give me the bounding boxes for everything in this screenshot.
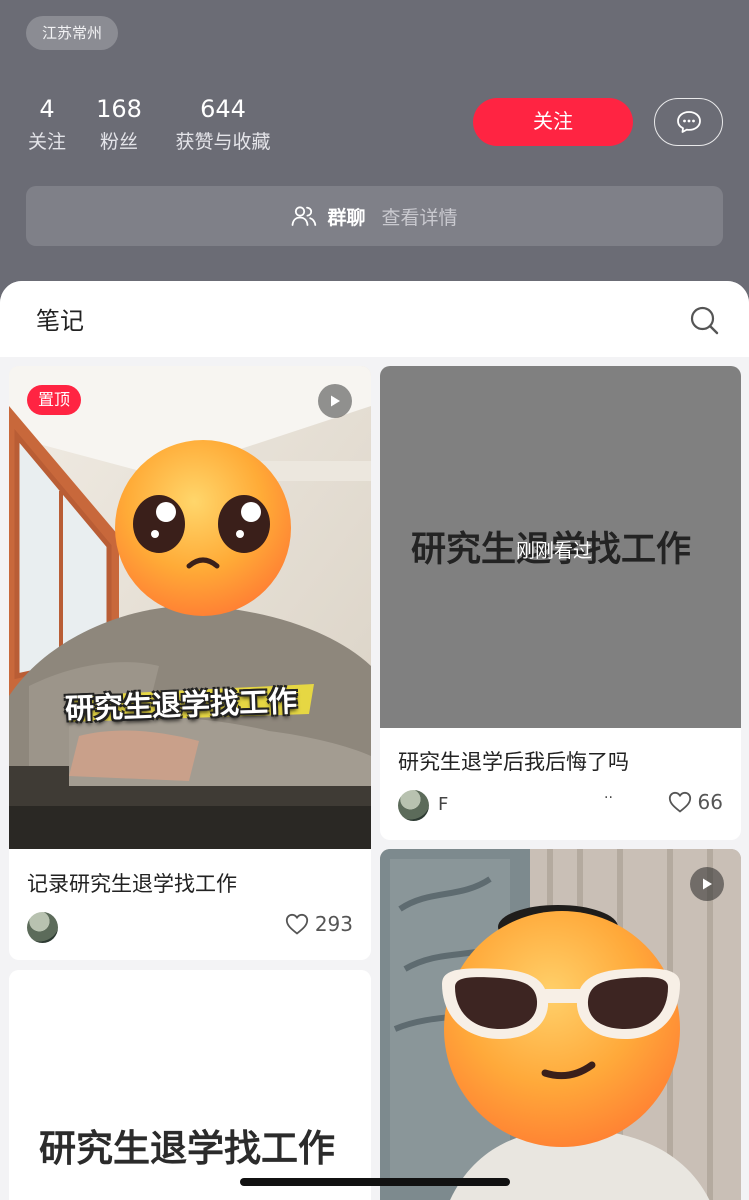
note-meta: F .. 66 (398, 786, 723, 822)
note-cover-image (380, 849, 741, 1200)
following-stat[interactable]: 4 关注 (26, 94, 68, 158)
like-count: 66 (697, 790, 723, 814)
video-play-icon (690, 867, 724, 901)
chat-bubble-icon (676, 111, 701, 133)
heart-icon (285, 913, 308, 935)
like-button[interactable]: 293 (285, 912, 353, 936)
note-cover-caption: 研究生退学找工作 (64, 683, 298, 727)
likes-collects-label: 获赞与收藏 (175, 131, 271, 153)
author-avatar[interactable] (398, 790, 429, 821)
group-users-icon (292, 206, 317, 226)
author-name[interactable]: F (438, 794, 448, 815)
fans-label: 粉丝 (99, 131, 138, 153)
note-title: 研究生退学后我后悔了吗 (398, 750, 629, 774)
note-card-video[interactable] (380, 849, 741, 1200)
note-cover-image: 研究生退学找工作 刚刚看过 (380, 366, 741, 728)
like-count: 293 (314, 912, 353, 936)
home-indicator[interactable] (240, 1178, 510, 1186)
search-icon[interactable] (688, 304, 720, 336)
fans-count: 168 (96, 95, 142, 123)
like-button[interactable]: 66 (668, 790, 723, 814)
heart-icon (668, 791, 691, 813)
note-cover-title: 研究生退学找工作 (39, 1127, 335, 1170)
note-card-recent[interactable]: 研究生退学找工作 刚刚看过 研究生退学后我后悔了吗 F .. 66 (380, 366, 741, 840)
note-meta: 293 (27, 912, 353, 944)
follow-button[interactable]: 关注 (473, 98, 633, 146)
tab-notes[interactable]: 笔记 (36, 301, 84, 336)
fans-stat[interactable]: 168 粉丝 (96, 94, 142, 158)
likes-collects-stat[interactable]: 644 获赞与收藏 (170, 94, 276, 158)
likes-collects-count: 644 (200, 95, 246, 123)
room-photo-illustration (380, 849, 741, 1200)
note-cover-image: 研究生退学找工作 置顶 (9, 366, 371, 849)
following-label: 关注 (27, 131, 66, 153)
group-chat-detail-link[interactable]: 查看详情 (382, 203, 458, 230)
notes-tab-bar: 笔记 (0, 281, 749, 357)
note-title: 记录研究生退学找工作 (27, 872, 237, 896)
video-play-icon (318, 384, 352, 418)
group-chat-label: 群聊 (327, 206, 366, 229)
following-count: 4 (39, 95, 55, 123)
note-card-pinned[interactable]: 研究生退学找工作 置顶 记录研究生退学找工作 293 (9, 366, 371, 960)
group-chat-bar[interactable]: 群聊 查看详情 (26, 186, 723, 246)
location-tag[interactable]: 江苏常州 (26, 16, 119, 50)
note-cover-image: 研究生退学找工作 (9, 970, 371, 1200)
profile-header: 江苏常州 4 关注 168 粉丝 644 获赞与收藏 关注 群聊 查看详情 (0, 0, 749, 300)
note-card-text-cover[interactable]: 研究生退学找工作 (9, 970, 371, 1200)
pinned-badge: 置顶 (27, 385, 82, 415)
notes-panel: 笔记 研究生退学找工作 置顶 记录研究生退学找工作 293 研究生退学找工作 刚… (0, 281, 749, 1200)
author-name-tail: .. (604, 786, 613, 802)
message-button[interactable] (654, 98, 723, 146)
recently-viewed-label: 刚刚看过 (516, 540, 593, 562)
author-avatar[interactable] (27, 912, 58, 943)
room-photo-illustration (9, 366, 371, 849)
